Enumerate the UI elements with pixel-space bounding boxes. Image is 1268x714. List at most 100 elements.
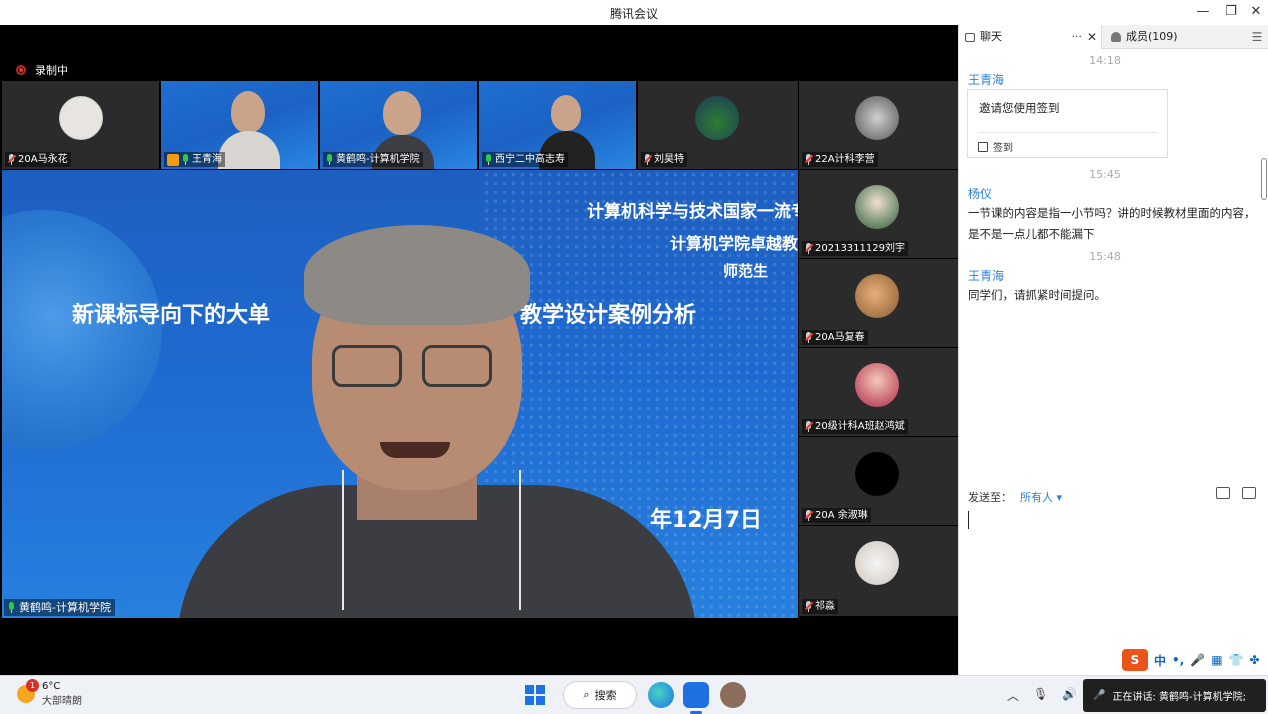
- panel-menu-icon[interactable]: ☰: [1247, 27, 1267, 47]
- taskbar: 1 6°C 大部晴朗 ⌕ 搜索 ︿ 🎙 🔊 🎤 正在讲话: 黄鹤鸣-计算机学院;: [0, 675, 1268, 714]
- minimize-button[interactable]: —: [1190, 2, 1216, 22]
- signin-card-text: 邀请您使用签到: [979, 101, 1060, 115]
- main-speaker-video[interactable]: 计算机科学与技术国家一流专 计算机学院卓越教 师范生 新课标导向下的大单 教学设…: [2, 170, 798, 618]
- restore-button[interactable]: ❐: [1218, 2, 1244, 22]
- slide-title-left: 新课标导向下的大单: [72, 303, 271, 328]
- speaker-glasses: [422, 345, 492, 387]
- chat-timestamp: 15:45: [1089, 168, 1121, 181]
- chat-sender[interactable]: 王青海: [968, 71, 1004, 88]
- ime-toolbar[interactable]: S 中 •, 🎤 ▦ 👕 ✤: [1122, 649, 1260, 671]
- slide-date: 年12月7日: [650, 508, 762, 533]
- participant-tile[interactable]: 王青海: [161, 81, 318, 169]
- participant-name-tag: 20级计科A班赵鸿斌: [802, 419, 908, 434]
- chat-timestamp: 14:18: [1089, 54, 1121, 67]
- signin-card[interactable]: 邀请您使用签到 签到: [967, 89, 1168, 158]
- keyboard-icon[interactable]: ▦: [1211, 653, 1222, 667]
- mic-muted-icon: [804, 510, 814, 521]
- participant-name-tag: 西宁二中高志寿: [482, 152, 568, 167]
- participant-tile[interactable]: 20213311129刘宇: [799, 170, 958, 258]
- recording-indicator: 录制中: [16, 62, 68, 78]
- earphone-cable: [342, 470, 344, 610]
- toolbox-icon[interactable]: ✤: [1250, 653, 1260, 667]
- avatar: [855, 452, 899, 496]
- ime-punct[interactable]: •,: [1172, 653, 1184, 667]
- microphone-icon[interactable]: 🎙: [1033, 687, 1048, 704]
- speaker-mouth: [380, 442, 450, 458]
- avatar: [855, 363, 899, 407]
- more-options-icon[interactable]: ···: [1071, 25, 1082, 49]
- chat-message: 同学们，请抓紧时间提问。: [968, 288, 1106, 302]
- weather-temp: 6°C: [42, 681, 61, 692]
- tencent-meeting-icon[interactable]: [683, 682, 709, 708]
- avatar: [855, 185, 899, 229]
- participant-tile[interactable]: 西宁二中高志寿: [479, 81, 636, 169]
- chat-scrollbar[interactable]: [1261, 158, 1267, 200]
- chevron-up-icon[interactable]: ︿: [1007, 687, 1019, 704]
- signin-action[interactable]: 签到: [978, 139, 1013, 154]
- file-icon[interactable]: [1216, 487, 1230, 499]
- speaker-hair: [304, 225, 530, 325]
- panel-tabs: 聊天 ··· ✕ 成员(109) ☰: [959, 25, 1268, 49]
- close-icon[interactable]: ✕: [1087, 25, 1097, 49]
- search-icon: ⌕: [583, 688, 590, 701]
- send-to: 发送至： 所有人 ▾: [968, 489, 1062, 505]
- chat-timestamp: 15:48: [1089, 250, 1121, 263]
- tab-chat[interactable]: 聊天 ··· ✕: [959, 25, 1102, 49]
- microphone-icon[interactable]: 🎤: [1190, 653, 1205, 667]
- chat-sender[interactable]: 王青海: [968, 267, 1004, 284]
- avatar: [855, 541, 899, 585]
- avatar: [695, 96, 739, 140]
- system-tray: ︿ 🎙 🔊: [1007, 687, 1077, 704]
- window-title: 腾讯会议: [609, 7, 658, 21]
- taskbar-search[interactable]: ⌕ 搜索: [563, 681, 637, 709]
- members-icon: [1111, 32, 1121, 42]
- chat-sender[interactable]: 杨仪: [968, 185, 992, 202]
- speaking-indicator[interactable]: 🎤 正在讲话: 黄鹤鸣-计算机学院;: [1083, 679, 1266, 712]
- user-app-icon[interactable]: [720, 682, 746, 708]
- speaker-glasses: [332, 345, 402, 387]
- participant-tile[interactable]: 祁淼: [799, 526, 958, 616]
- notification-badge: 1: [26, 679, 39, 692]
- participant-name-tag: 刘昊特: [641, 152, 687, 167]
- edge-browser-icon[interactable]: [648, 682, 674, 708]
- screenshot-icon[interactable]: [1242, 487, 1256, 499]
- participant-name-tag: 22A计科李营: [802, 152, 878, 167]
- participant-tile[interactable]: 20A马永花: [2, 81, 159, 169]
- send-to-dropdown[interactable]: 所有人 ▾: [1020, 489, 1062, 505]
- slide-globe-graphic: [2, 210, 162, 450]
- participant-tile[interactable]: 22A计科李营: [799, 81, 958, 169]
- slide-title-right: 教学设计案例分析: [520, 303, 697, 328]
- chat-message: 一节课的内容是指一小节吗？讲的时候教材里面的内容，是不是一点儿都不能漏下: [968, 206, 1256, 241]
- ime-mode[interactable]: 中: [1154, 652, 1166, 669]
- participant-name-tag: 20A马永花: [5, 152, 71, 167]
- slide-text-line: 计算机科学与技术国家一流专: [587, 202, 798, 222]
- avatar: [855, 96, 899, 140]
- mic-muted-icon: [804, 332, 814, 343]
- weather-widget[interactable]: 1 6°C 大部晴朗: [17, 679, 82, 707]
- avatar: [59, 96, 103, 140]
- participant-name-tag: 王青海: [164, 152, 225, 167]
- title-bar: 腾讯会议 — ❐ ✕: [0, 0, 1268, 25]
- mic-active-icon: [485, 154, 492, 165]
- skin-icon[interactable]: 👕: [1229, 653, 1244, 667]
- participant-tile[interactable]: 刘昊特: [638, 81, 798, 169]
- weather-sun-icon: 1: [17, 679, 39, 703]
- host-icon: [167, 153, 179, 166]
- participant-tile[interactable]: 20A 余淑琳: [799, 437, 958, 525]
- earphone-cable: [519, 470, 521, 610]
- record-icon: [16, 65, 26, 75]
- mic-muted-icon: [643, 154, 653, 165]
- participant-tile[interactable]: 20A马复春: [799, 259, 958, 347]
- participant-tile[interactable]: 20级计科A班赵鸿斌: [799, 348, 958, 436]
- mic-muted-icon: [804, 154, 814, 165]
- close-button[interactable]: ✕: [1243, 2, 1268, 22]
- chat-input[interactable]: [967, 507, 1259, 647]
- mic-muted-icon: [804, 243, 814, 254]
- speaker-icon[interactable]: 🔊: [1062, 687, 1077, 704]
- participant-tile[interactable]: 黄鹤鸣-计算机学院: [320, 81, 477, 169]
- start-button[interactable]: [525, 685, 545, 705]
- tab-members[interactable]: 成员(109): [1105, 25, 1245, 49]
- sogou-ime-icon[interactable]: S: [1122, 649, 1148, 671]
- participant-name-tag: 20A 余淑琳: [802, 508, 871, 523]
- send-tools: [1216, 487, 1256, 499]
